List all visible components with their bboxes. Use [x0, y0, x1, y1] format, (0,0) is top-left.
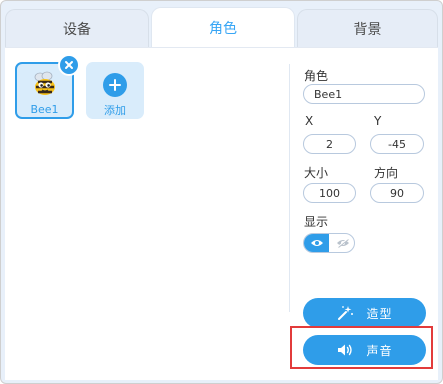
- tab-bar: 设备 角色 背景: [1, 1, 442, 47]
- bee-icon: [34, 71, 55, 95]
- x-field[interactable]: 2: [303, 134, 356, 154]
- tab-devices[interactable]: 设备: [5, 9, 149, 47]
- sounds-button-highlight: [290, 326, 433, 369]
- tab-backdrop-label: 背景: [353, 21, 382, 38]
- panel-divider: [289, 64, 290, 312]
- sprite-name-value: Bee1: [314, 87, 343, 101]
- tab-backdrop[interactable]: 背景: [297, 9, 438, 47]
- direction-value: 90: [390, 186, 404, 200]
- tab-devices-label: 设备: [63, 21, 91, 38]
- sprite-card-bee1[interactable]: Bee1: [15, 54, 80, 119]
- tab-sprites-label: 角色: [209, 20, 237, 37]
- close-icon: [65, 61, 73, 69]
- sprite-name: Bee1: [30, 103, 59, 116]
- costumes-label: 造型: [366, 306, 393, 321]
- show-button[interactable]: [304, 234, 329, 252]
- hide-button[interactable]: [330, 234, 354, 252]
- direction-field[interactable]: 90: [370, 183, 424, 203]
- show-label: 显示: [304, 215, 329, 229]
- direction-label: 方向: [374, 166, 399, 180]
- sprite-name-label: 角色: [304, 69, 329, 83]
- size-field[interactable]: 100: [303, 183, 356, 203]
- size-value: 100: [319, 186, 340, 200]
- add-sprite-circle: [103, 73, 127, 97]
- plus-icon: [109, 79, 121, 91]
- eye-hidden-icon: [336, 238, 349, 248]
- tab-sprites[interactable]: 角色: [151, 7, 295, 47]
- x-value: 2: [326, 137, 333, 151]
- y-value: -45: [388, 137, 406, 151]
- visibility-toggle: [303, 233, 355, 253]
- add-sprite-label: 添加: [104, 104, 126, 117]
- costumes-button[interactable]: 造型: [303, 298, 426, 328]
- y-field[interactable]: -45: [370, 134, 424, 154]
- x-label: X: [305, 114, 314, 128]
- delete-sprite-button[interactable]: [58, 54, 80, 76]
- size-label: 大小: [304, 166, 329, 180]
- eye-icon: [310, 240, 323, 246]
- add-sprite-button[interactable]: 添加: [86, 62, 144, 119]
- y-label: Y: [374, 114, 382, 128]
- sprite-panel-window: 设备 角色 背景 Bee1 添加 角色 Bee1 X Y 2 -45 大小 方向…: [0, 0, 443, 384]
- magic-wand-icon: [338, 306, 354, 320]
- sprite-name-field[interactable]: Bee1: [303, 84, 425, 104]
